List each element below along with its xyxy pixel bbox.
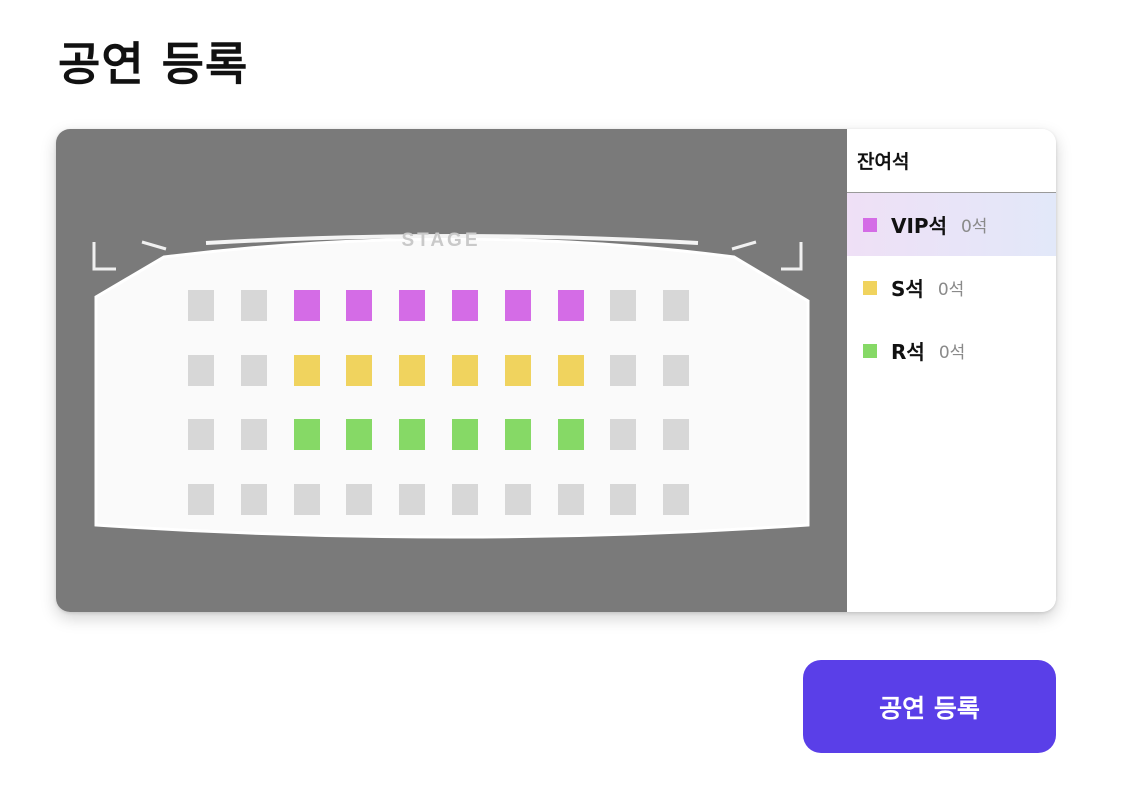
venue-wall-left-inner bbox=[141, 240, 167, 251]
seat-s[interactable] bbox=[293, 354, 320, 386]
page-title: 공연 등록 bbox=[58, 37, 249, 91]
seat-r[interactable] bbox=[399, 419, 426, 450]
seat-r[interactable] bbox=[293, 419, 320, 450]
grade-count: 0석 bbox=[960, 217, 988, 237]
seat-map-card: STAGE 잔여석 VIP석 0석 S석 0석 R석 0석 bbox=[56, 129, 1056, 612]
seat-empty[interactable] bbox=[399, 483, 426, 515]
venue-wall-left bbox=[92, 242, 116, 271]
grade-count: 0석 bbox=[938, 343, 966, 363]
seat-empty[interactable] bbox=[346, 483, 373, 515]
seat-empty[interactable] bbox=[557, 483, 584, 515]
seat-map[interactable]: STAGE bbox=[56, 129, 847, 612]
grade-vip[interactable]: VIP석 0석 bbox=[847, 193, 1056, 256]
seat-empty[interactable] bbox=[188, 483, 214, 515]
seat-s[interactable] bbox=[504, 354, 531, 386]
s-swatch-icon bbox=[863, 280, 877, 295]
seat-empty[interactable] bbox=[188, 354, 214, 386]
vip-swatch-icon bbox=[863, 217, 877, 232]
venue-wall-right-inner bbox=[731, 240, 757, 251]
seat-empty[interactable] bbox=[663, 354, 690, 386]
seat-vip[interactable] bbox=[346, 290, 373, 321]
remaining-seats-title: 잔여석 bbox=[847, 129, 1056, 193]
seat-vip[interactable] bbox=[293, 290, 320, 321]
seat-r[interactable] bbox=[452, 419, 478, 450]
seat-empty[interactable] bbox=[293, 483, 320, 515]
grade-r[interactable]: R석 0석 bbox=[847, 319, 1056, 382]
seat-empty[interactable] bbox=[452, 483, 478, 515]
r-swatch-icon bbox=[863, 343, 877, 358]
seat-r[interactable] bbox=[557, 419, 584, 450]
seat-empty[interactable] bbox=[663, 290, 690, 321]
seat-s[interactable] bbox=[346, 354, 373, 386]
seat-empty[interactable] bbox=[504, 483, 531, 515]
seat-empty[interactable] bbox=[610, 354, 637, 386]
grade-name: S석 bbox=[891, 277, 924, 301]
grade-name: VIP석 bbox=[891, 214, 947, 238]
seat-empty[interactable] bbox=[610, 290, 637, 321]
seat-empty[interactable] bbox=[188, 290, 214, 321]
seat-empty[interactable] bbox=[188, 419, 214, 450]
grade-name: R석 bbox=[891, 340, 925, 364]
seat-s[interactable] bbox=[452, 354, 478, 386]
seat-s[interactable] bbox=[399, 354, 426, 386]
seat-vip[interactable] bbox=[452, 290, 478, 321]
seat-vip[interactable] bbox=[557, 290, 584, 321]
grade-s[interactable]: S석 0석 bbox=[847, 256, 1056, 319]
seat-vip[interactable] bbox=[399, 290, 426, 321]
seat-empty[interactable] bbox=[663, 419, 690, 450]
seat-empty[interactable] bbox=[610, 483, 637, 515]
seat-empty[interactable] bbox=[240, 354, 267, 386]
seat-r[interactable] bbox=[346, 419, 373, 450]
venue-wall-right bbox=[781, 242, 803, 271]
seat-empty[interactable] bbox=[240, 483, 267, 515]
seat-empty[interactable] bbox=[240, 419, 267, 450]
remaining-seats-panel: 잔여석 VIP석 0석 S석 0석 R석 0석 bbox=[847, 129, 1056, 612]
grade-count: 0석 bbox=[937, 280, 965, 300]
seat-vip[interactable] bbox=[504, 290, 531, 321]
seat-empty[interactable] bbox=[610, 419, 637, 450]
seat-r[interactable] bbox=[504, 419, 531, 450]
seat-s[interactable] bbox=[557, 354, 584, 386]
register-performance-button[interactable]: 공연 등록 bbox=[803, 660, 1056, 753]
stage-label: STAGE bbox=[401, 230, 480, 251]
seat-empty[interactable] bbox=[240, 290, 267, 321]
seat-empty[interactable] bbox=[663, 483, 690, 515]
